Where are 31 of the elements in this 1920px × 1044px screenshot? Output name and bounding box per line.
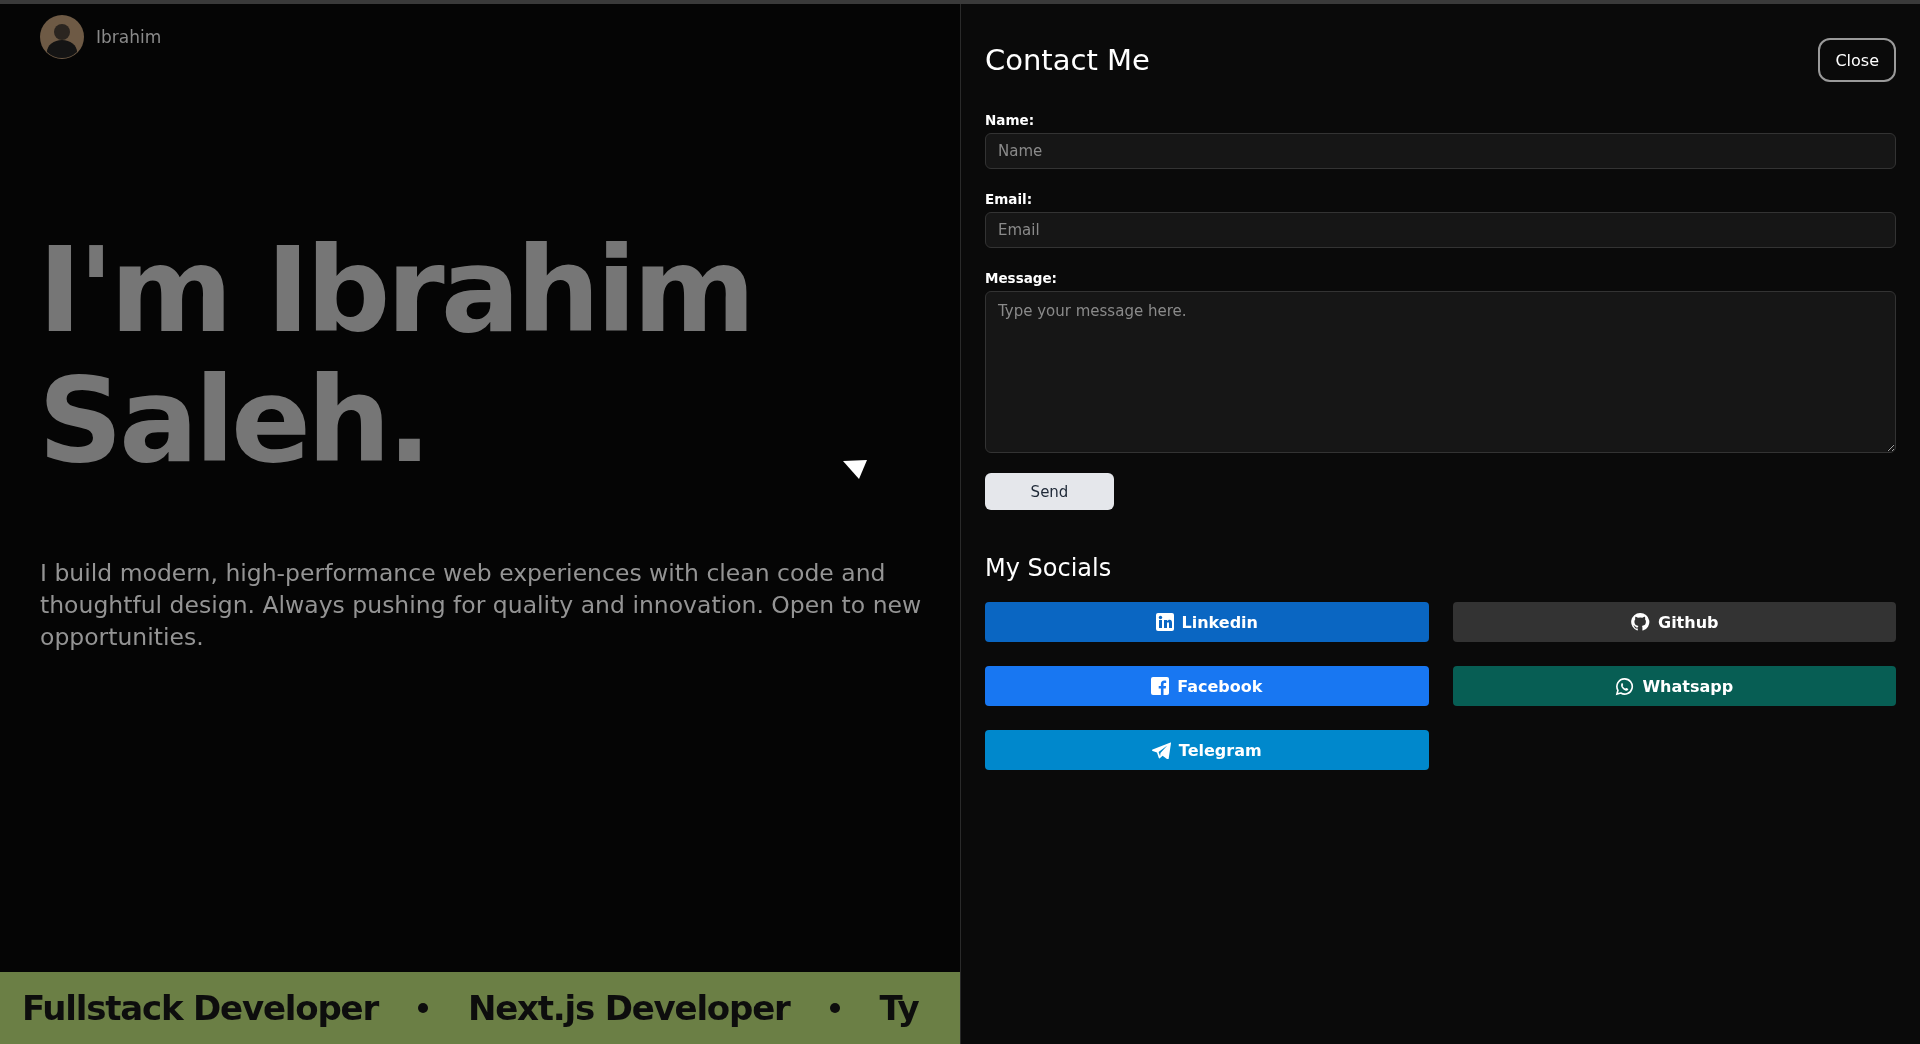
intro-text: I build modern, high-performance web experiences with clean code and thoughtful design. Always pushing for quality and innovation. Open to new opportunities. — [40, 558, 923, 653]
hero-title: I'm Ibrahim — [38, 225, 752, 355]
linkedin-icon — [1155, 613, 1174, 631]
send-button[interactable]: Send — [985, 473, 1114, 510]
site-name: Ibrahim — [96, 27, 162, 47]
facebook-icon — [1151, 677, 1170, 695]
social-button[interactable]: Telegram — [985, 730, 1429, 770]
marquee-text: Next.js Developer — [467, 988, 790, 1028]
message-field[interactable]: Type your message here. — [985, 291, 1896, 453]
cursor-icon — [843, 460, 867, 480]
marquee-text: Ty — [879, 988, 919, 1028]
section-title: My Socials — [985, 554, 1113, 582]
field-label: Name: — [985, 112, 1036, 128]
text-field[interactable]: Name — [985, 133, 1896, 169]
github-icon — [1630, 612, 1650, 632]
marquee-text: Fullstack Developer — [22, 988, 378, 1028]
hero-title: Saleh. — [38, 355, 428, 485]
close-button[interactable]: Close — [1818, 38, 1896, 82]
field-label: Message: — [985, 270, 1058, 286]
field-label: Email: — [985, 191, 1034, 207]
avatar — [40, 15, 84, 59]
paper-plane-icon — [1151, 741, 1171, 759]
whatsapp-icon — [1615, 676, 1635, 696]
panel-title: Contact Me — [985, 43, 1150, 77]
text-field[interactable]: Email — [985, 212, 1896, 248]
social-button[interactable]: Whatsapp — [1452, 666, 1896, 706]
social-button[interactable]: Facebook — [985, 666, 1429, 706]
social-button[interactable]: Github — [1452, 602, 1896, 642]
bullet-dot — [829, 1003, 840, 1013]
bullet-dot — [417, 1003, 428, 1013]
social-button[interactable]: Linkedin — [985, 602, 1429, 642]
